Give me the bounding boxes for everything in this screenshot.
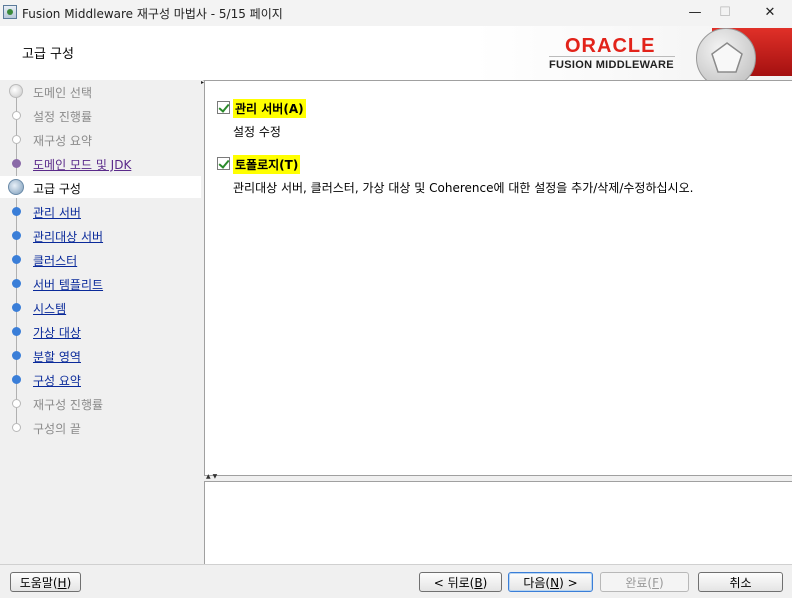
nav-step-item: 재구성 요약	[0, 128, 201, 150]
admin-server-description: 설정 수정	[233, 125, 281, 139]
step-status-icon	[12, 303, 21, 312]
topology-label[interactable]: 토폴로지(T)	[233, 155, 301, 174]
step-status-icon	[12, 279, 21, 288]
details-panel	[204, 482, 792, 564]
nav-step-item[interactable]: 시스템	[0, 296, 201, 318]
wizard-steps-nav: 도메인 선택 ▸ 설정 진행률재구성 요약도메인 모드 및 JDK 고급 구성관리 서…	[0, 79, 204, 564]
topology-checkbox[interactable]	[217, 157, 230, 170]
logo-divider	[549, 56, 675, 57]
nav-step-label[interactable]: 관리대상 서버	[33, 228, 103, 245]
step-status-icon	[12, 111, 21, 120]
nav-step-item: 고급 구성	[0, 176, 201, 198]
page-title: 고급 구성	[22, 47, 74, 62]
topology-description: 관리대상 서버, 클러스터, 가상 대상 및 Coherence에 대한 설정을…	[233, 181, 694, 195]
nav-step-label[interactable]: 관리 서버	[33, 204, 81, 221]
minimize-button[interactable]: —	[681, 4, 709, 22]
admin-server-label[interactable]: 관리 서버(A)	[233, 99, 306, 118]
step-status-icon	[12, 351, 21, 360]
title-bar: Fusion Middleware 재구성 마법사 - 5/15 페이지 — ☐…	[0, 0, 792, 26]
nav-step-label: 고급 구성	[33, 182, 81, 196]
nav-step-label[interactable]: 구성 요약	[33, 372, 81, 389]
back-button[interactable]: < 뒤로(B)	[419, 572, 502, 592]
help-button[interactable]: 도움말(H)	[10, 572, 81, 592]
nav-step-label: 설정 진행률	[33, 110, 93, 124]
app-icon	[3, 5, 17, 19]
step-status-icon	[12, 135, 21, 144]
step-status-icon	[12, 327, 21, 336]
step-status-icon	[12, 255, 21, 264]
cancel-button[interactable]: 취소	[698, 572, 783, 592]
nav-step-label[interactable]: 시스템	[33, 300, 66, 317]
nav-step-item: 구성의 끝	[0, 416, 201, 438]
oracle-logo: ORACLE	[565, 35, 656, 57]
nav-step-item[interactable]: 도메인 모드 및 JDK	[0, 152, 201, 174]
nav-step-item[interactable]: 구성 요약	[0, 368, 201, 390]
close-button[interactable]: ✕	[756, 4, 784, 22]
nav-step-item[interactable]: 가상 대상	[0, 320, 201, 342]
nav-step-item[interactable]: 서버 템플리트	[0, 272, 201, 294]
step-status-icon	[9, 84, 23, 98]
next-button[interactable]: 다음(N) >	[508, 572, 593, 592]
product-name: FUSION MIDDLEWARE	[549, 59, 674, 71]
nav-step-item[interactable]: 분할 영역	[0, 344, 201, 366]
nav-step-item[interactable]: 관리 서버	[0, 200, 201, 222]
nav-step-item: 도메인 선택 ▸	[0, 79, 204, 102]
nav-step-label[interactable]: 도메인 모드 및 JDK	[33, 156, 131, 173]
nav-step-label: 재구성 요약	[33, 134, 93, 148]
step-status-icon	[12, 399, 21, 408]
wizard-header: 고급 구성 ORACLE FUSION MIDDLEWARE	[0, 26, 792, 88]
step-status-icon	[8, 179, 24, 195]
nav-step-item: 재구성 진행률	[0, 392, 201, 414]
nav-step-label: 도메인 선택	[33, 86, 93, 100]
maximize-button: ☐	[719, 5, 731, 20]
wizard-footer: 도움말(H) < 뒤로(B) 다음(N) > 완료(F) 취소	[0, 564, 792, 598]
nav-step-item[interactable]: 관리대상 서버	[0, 224, 201, 246]
nav-step-item[interactable]: 클러스터	[0, 248, 201, 270]
panel-splitter[interactable]: ▲▼	[204, 473, 792, 482]
admin-server-checkbox[interactable]	[217, 101, 230, 114]
nav-step-label[interactable]: 클러스터	[33, 252, 77, 269]
nav-step-item: 설정 진행률	[0, 104, 201, 126]
content-area: 관리 서버(A) 설정 수정 토폴로지(T) 관리대상 서버, 클러스터, 가상…	[204, 80, 792, 564]
finish-button: 완료(F)	[600, 572, 689, 592]
step-status-icon	[12, 207, 21, 216]
step-status-icon	[12, 423, 21, 432]
nav-step-label[interactable]: 분할 영역	[33, 348, 81, 365]
nav-step-label: 구성의 끝	[33, 422, 81, 436]
nav-step-label: 재구성 진행률	[33, 398, 104, 412]
step-status-icon	[12, 375, 21, 384]
nav-step-label[interactable]: 가상 대상	[33, 324, 81, 341]
window-title: Fusion Middleware 재구성 마법사 - 5/15 페이지	[22, 7, 283, 21]
step-status-icon	[12, 159, 21, 168]
nav-step-label[interactable]: 서버 템플리트	[33, 276, 103, 293]
options-panel: 관리 서버(A) 설정 수정 토폴로지(T) 관리대상 서버, 클러스터, 가상…	[204, 80, 792, 475]
step-status-icon	[12, 231, 21, 240]
pentagon-emblem-icon	[696, 28, 756, 88]
splitter-arrows-icon[interactable]: ▲▼	[206, 473, 219, 480]
